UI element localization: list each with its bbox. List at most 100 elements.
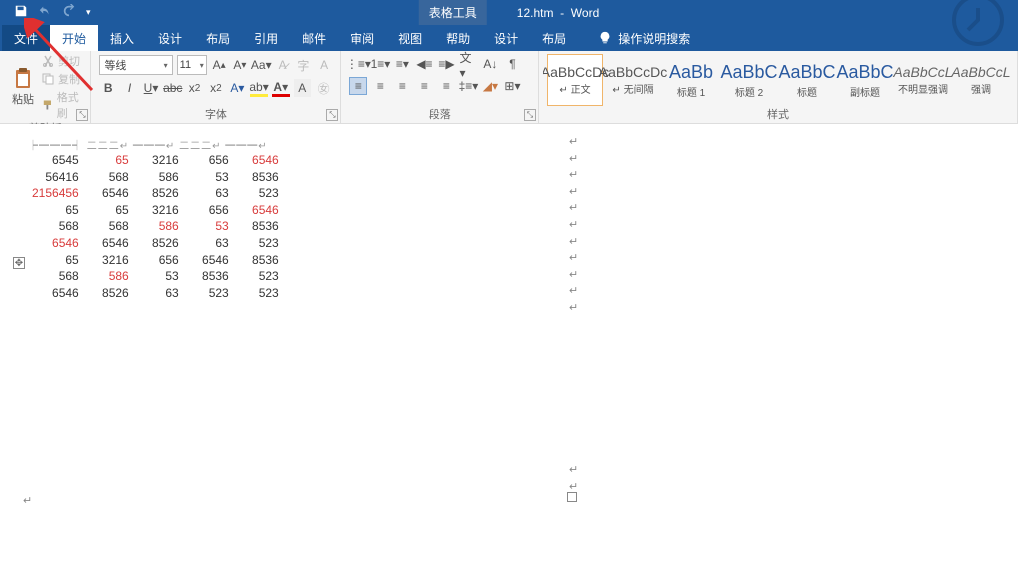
style-副标题[interactable]: AaBbC副标题 bbox=[837, 54, 893, 106]
redo-icon[interactable] bbox=[62, 4, 76, 21]
char-border-icon[interactable]: A bbox=[316, 56, 333, 74]
qat-more-icon[interactable]: ▾ bbox=[86, 7, 91, 18]
phonetic-icon[interactable]: 字 bbox=[295, 56, 312, 74]
document-area[interactable]: ┝━━━┥ 二二二↵ ━━━↵ 二二二↵ ━━━↵ ✥ 654565321665… bbox=[0, 124, 1018, 586]
increase-indent-icon[interactable]: ≡▶ bbox=[437, 55, 455, 73]
tab-layout[interactable]: 布局 bbox=[194, 25, 242, 51]
table-row[interactable]: 21564566546852663523 bbox=[28, 185, 283, 202]
table-cell[interactable]: 586 bbox=[83, 268, 133, 285]
style-↵ 正文[interactable]: AaBbCcDc↵ 正文 bbox=[547, 54, 603, 106]
tab-table-layout[interactable]: 布局 bbox=[530, 25, 578, 51]
highlight-icon[interactable]: ab▾ bbox=[250, 79, 268, 97]
copy-button[interactable]: 复制 bbox=[42, 71, 86, 87]
font-color-icon[interactable]: A▾ bbox=[272, 79, 289, 97]
numbering-icon[interactable]: 1≡▾ bbox=[371, 55, 389, 73]
table-cell[interactable]: 568 bbox=[83, 169, 133, 186]
table-cell[interactable]: 65 bbox=[83, 202, 133, 219]
text-effects-icon[interactable]: A▾ bbox=[229, 79, 246, 97]
underline-button[interactable]: U▾ bbox=[142, 79, 159, 97]
table-data[interactable]: 6545653216656654656416568586538536215645… bbox=[28, 152, 283, 301]
tab-review[interactable]: 审阅 bbox=[338, 25, 386, 51]
table-cell[interactable]: 523 bbox=[233, 285, 283, 302]
superscript-button[interactable]: x2 bbox=[207, 79, 224, 97]
table-cell[interactable]: 65 bbox=[28, 252, 83, 269]
table-row[interactable]: 56416568586538536 bbox=[28, 169, 283, 186]
table-cell[interactable]: 568 bbox=[83, 218, 133, 235]
table-row[interactable]: 6546852663523523 bbox=[28, 285, 283, 302]
table-cell[interactable]: 6546 bbox=[28, 235, 83, 252]
table-cell[interactable]: 63 bbox=[183, 235, 233, 252]
table-cell[interactable]: 3216 bbox=[133, 152, 183, 169]
tab-view[interactable]: 视图 bbox=[386, 25, 434, 51]
multilevel-icon[interactable]: ≡▾ bbox=[393, 55, 411, 73]
table-row[interactable]: 656532166566546 bbox=[28, 202, 283, 219]
table-cell[interactable]: 6546 bbox=[183, 252, 233, 269]
table-cell[interactable]: 656 bbox=[133, 252, 183, 269]
tab-table-design[interactable]: 设计 bbox=[482, 25, 530, 51]
clear-format-icon[interactable]: A̷ bbox=[274, 56, 291, 74]
strikethrough-button[interactable]: abc bbox=[164, 79, 182, 97]
char-shading-icon[interactable]: A bbox=[294, 79, 311, 97]
line-spacing-icon[interactable]: ‡≡▾ bbox=[459, 77, 477, 95]
show-marks-icon[interactable]: ¶ bbox=[503, 55, 521, 73]
table-cell[interactable]: 8536 bbox=[233, 169, 283, 186]
table-cell[interactable]: 8526 bbox=[83, 285, 133, 302]
font-dialog-launcher[interactable]: ⤡ bbox=[326, 109, 338, 121]
table-cell[interactable]: 53 bbox=[183, 218, 233, 235]
table-cell[interactable]: 6546 bbox=[83, 235, 133, 252]
save-icon[interactable] bbox=[14, 4, 28, 21]
bullets-icon[interactable]: ⋮≡▾ bbox=[349, 55, 367, 73]
asian-layout-icon[interactable]: 文▾ bbox=[459, 55, 477, 73]
sort-icon[interactable]: A↓ bbox=[481, 55, 499, 73]
tab-design[interactable]: 设计 bbox=[146, 25, 194, 51]
table-cell[interactable]: 8536 bbox=[233, 252, 283, 269]
cut-button[interactable]: 剪切 bbox=[42, 53, 86, 69]
font-name-select[interactable]: 等线▾ bbox=[99, 55, 172, 75]
table-cell[interactable]: 6546 bbox=[83, 185, 133, 202]
table-row[interactable]: 65321665665468536 bbox=[28, 252, 283, 269]
table-cell[interactable]: 586 bbox=[133, 169, 183, 186]
table-cell[interactable]: 568 bbox=[28, 268, 83, 285]
subscript-button[interactable]: x2 bbox=[186, 79, 203, 97]
table-row[interactable]: 568568586538536 bbox=[28, 218, 283, 235]
style-标题 2[interactable]: AaBbC标题 2 bbox=[721, 54, 777, 106]
table-cell[interactable]: 56416 bbox=[28, 169, 83, 186]
enclose-char-icon[interactable]: ㊛ bbox=[315, 79, 332, 97]
style-标题[interactable]: AaBbC标题 bbox=[779, 54, 835, 106]
tab-home[interactable]: 开始 bbox=[50, 25, 98, 51]
table-cell[interactable]: 523 bbox=[233, 185, 283, 202]
table-cell[interactable]: 6546 bbox=[28, 285, 83, 302]
tab-references[interactable]: 引用 bbox=[242, 25, 290, 51]
tell-me-search[interactable]: 操作说明搜索 bbox=[586, 25, 702, 51]
distribute-icon[interactable]: ≡ bbox=[437, 77, 455, 95]
tab-help[interactable]: 帮助 bbox=[434, 25, 482, 51]
table-move-handle-icon[interactable]: ✥ bbox=[13, 257, 25, 269]
align-left-icon[interactable]: ≡ bbox=[349, 77, 367, 95]
table-row[interactable]: 65456532166566546 bbox=[28, 152, 283, 169]
table-cell[interactable]: 523 bbox=[183, 285, 233, 302]
shrink-font-icon[interactable]: A▾ bbox=[232, 56, 249, 74]
shading-icon[interactable]: ◢▾ bbox=[481, 77, 499, 95]
paragraph-dialog-launcher[interactable]: ⤡ bbox=[524, 109, 536, 121]
style-不明显强调[interactable]: AaBbCcL不明显强调 bbox=[895, 54, 951, 106]
style-标题 1[interactable]: AaBb标题 1 bbox=[663, 54, 719, 106]
align-justify-icon[interactable]: ≡ bbox=[415, 77, 433, 95]
italic-button[interactable]: I bbox=[121, 79, 138, 97]
borders-icon[interactable]: ⊞▾ bbox=[503, 77, 521, 95]
table-cell[interactable]: 63 bbox=[183, 185, 233, 202]
table-cell[interactable]: 3216 bbox=[83, 252, 133, 269]
table-resize-handle-icon[interactable] bbox=[567, 492, 577, 502]
table-cell[interactable]: 53 bbox=[183, 169, 233, 186]
table-cell[interactable]: 8526 bbox=[133, 185, 183, 202]
table-cell[interactable]: 6545 bbox=[28, 152, 83, 169]
table-cell[interactable]: 656 bbox=[183, 202, 233, 219]
style-强调[interactable]: AaBbCcL强调 bbox=[953, 54, 1009, 106]
table-cell[interactable]: 6546 bbox=[233, 202, 283, 219]
table-row[interactable]: 65466546852663523 bbox=[28, 235, 283, 252]
tab-file[interactable]: 文件 bbox=[2, 25, 50, 51]
change-case-icon[interactable]: Aa▾ bbox=[252, 56, 270, 74]
align-center-icon[interactable]: ≡ bbox=[371, 77, 389, 95]
table-row[interactable]: 568586538536523 bbox=[28, 268, 283, 285]
table-cell[interactable]: 2156456 bbox=[28, 185, 83, 202]
table-cell[interactable]: 656 bbox=[183, 152, 233, 169]
